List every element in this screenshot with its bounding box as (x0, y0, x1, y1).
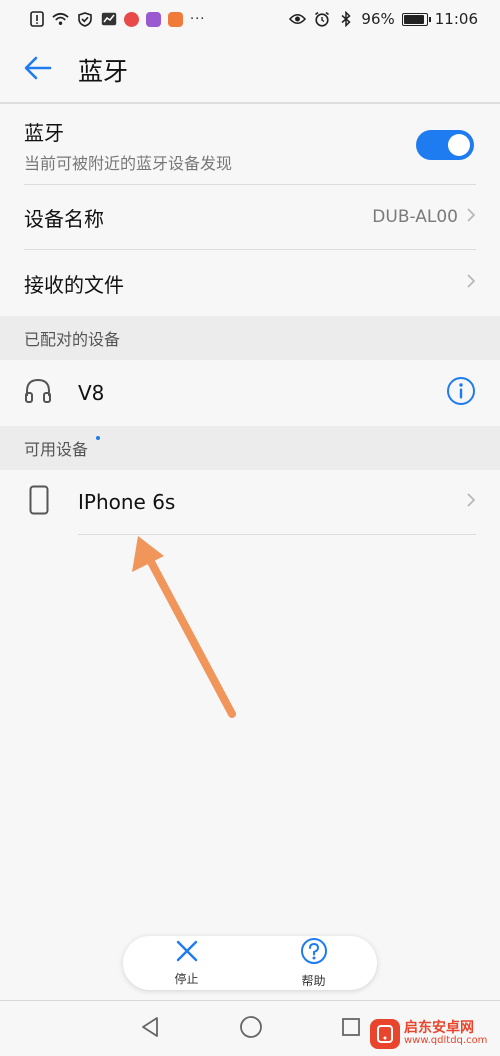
battery-icon (401, 12, 431, 26)
toolbar: 蓝牙 (0, 38, 500, 102)
alert-card-icon (28, 11, 45, 28)
toolbar-divider (0, 102, 500, 104)
phone-icon (29, 485, 49, 519)
watermark-title: 启东安卓网 (404, 1020, 474, 1037)
app-icon-purple (146, 11, 161, 27)
bluetooth-subtitle: 当前可被附近的蓝牙设备发现 (24, 153, 233, 173)
status-icons-left: ··· (28, 11, 205, 28)
stop-label: 停止 (174, 972, 199, 986)
nav-back-icon[interactable] (139, 1016, 161, 1042)
headphones-icon (24, 378, 52, 408)
shield-icon (76, 11, 93, 28)
status-bar: ··· 96% 11:06 (0, 0, 500, 38)
stop-button[interactable]: 停止 (147, 939, 227, 987)
help-icon (300, 937, 328, 969)
available-device-row[interactable]: IPhone 6s (0, 470, 500, 534)
available-devices-title: 可用设备 (24, 440, 89, 459)
device-name-row[interactable]: 设备名称 DUB-AL00 (0, 185, 500, 249)
eye-icon (289, 11, 307, 28)
bluetooth-toggle-switch[interactable] (416, 130, 474, 160)
bluetooth-label: 蓝牙 (24, 120, 64, 145)
chevron-right-icon (466, 273, 476, 293)
paired-device-name: V8 (78, 381, 105, 405)
watermark-logo-icon (370, 1019, 400, 1049)
info-icon[interactable] (446, 376, 476, 410)
help-button[interactable]: 帮助 (274, 937, 354, 989)
received-files-label: 接收的文件 (24, 272, 124, 297)
scanning-indicator (96, 436, 101, 440)
status-icons-right: 96% 11:06 (289, 10, 478, 28)
close-icon (175, 939, 199, 967)
bottom-action-bar: 停止 帮助 (123, 936, 377, 990)
watermark-text: 启东安卓网 www.qdltdq.com (404, 1021, 487, 1046)
available-devices-header: 可用设备 (0, 426, 500, 470)
device-name-label: 设备名称 (24, 206, 104, 231)
watermark-url: www.qdltdq.com (404, 1035, 488, 1047)
app-icon-red (124, 11, 139, 27)
bluetooth-toggle-row[interactable]: 蓝牙 当前可被附近的蓝牙设备发现 (0, 106, 500, 184)
page-title: 蓝牙 (78, 57, 129, 86)
help-label: 帮助 (301, 974, 326, 988)
annotation-arrow (132, 536, 236, 718)
nav-recents-icon[interactable] (341, 1017, 361, 1041)
available-device-name: IPhone 6s (78, 490, 176, 514)
app-icon-orange (168, 11, 183, 27)
bluetooth-icon (337, 11, 354, 28)
toggle-knob (448, 134, 470, 156)
back-arrow-icon (24, 56, 52, 84)
bluetooth-row-text: 蓝牙 当前可被附近的蓝牙设备发现 (24, 117, 232, 174)
paired-devices-header: 已配对的设备 (0, 316, 500, 360)
more-notifications-indicator: ··· (190, 11, 206, 27)
alarm-icon (313, 11, 330, 28)
back-button[interactable] (0, 38, 76, 102)
battery-percent: 96% (361, 10, 395, 28)
site-watermark: 启东安卓网 www.qdltdq.com (370, 1014, 496, 1054)
device-name-value: DUB-AL00 (372, 207, 458, 227)
received-files-row[interactable]: 接收的文件 (0, 250, 500, 316)
chart-icon (100, 11, 117, 28)
clock: 11:06 (434, 10, 478, 28)
paired-device-row[interactable]: V8 (0, 360, 500, 426)
wifi-icon (52, 11, 69, 28)
paired-devices-title: 已配对的设备 (24, 330, 121, 349)
nav-home-icon[interactable] (239, 1015, 263, 1043)
chevron-right-icon (466, 492, 476, 512)
chevron-right-icon (466, 207, 476, 227)
